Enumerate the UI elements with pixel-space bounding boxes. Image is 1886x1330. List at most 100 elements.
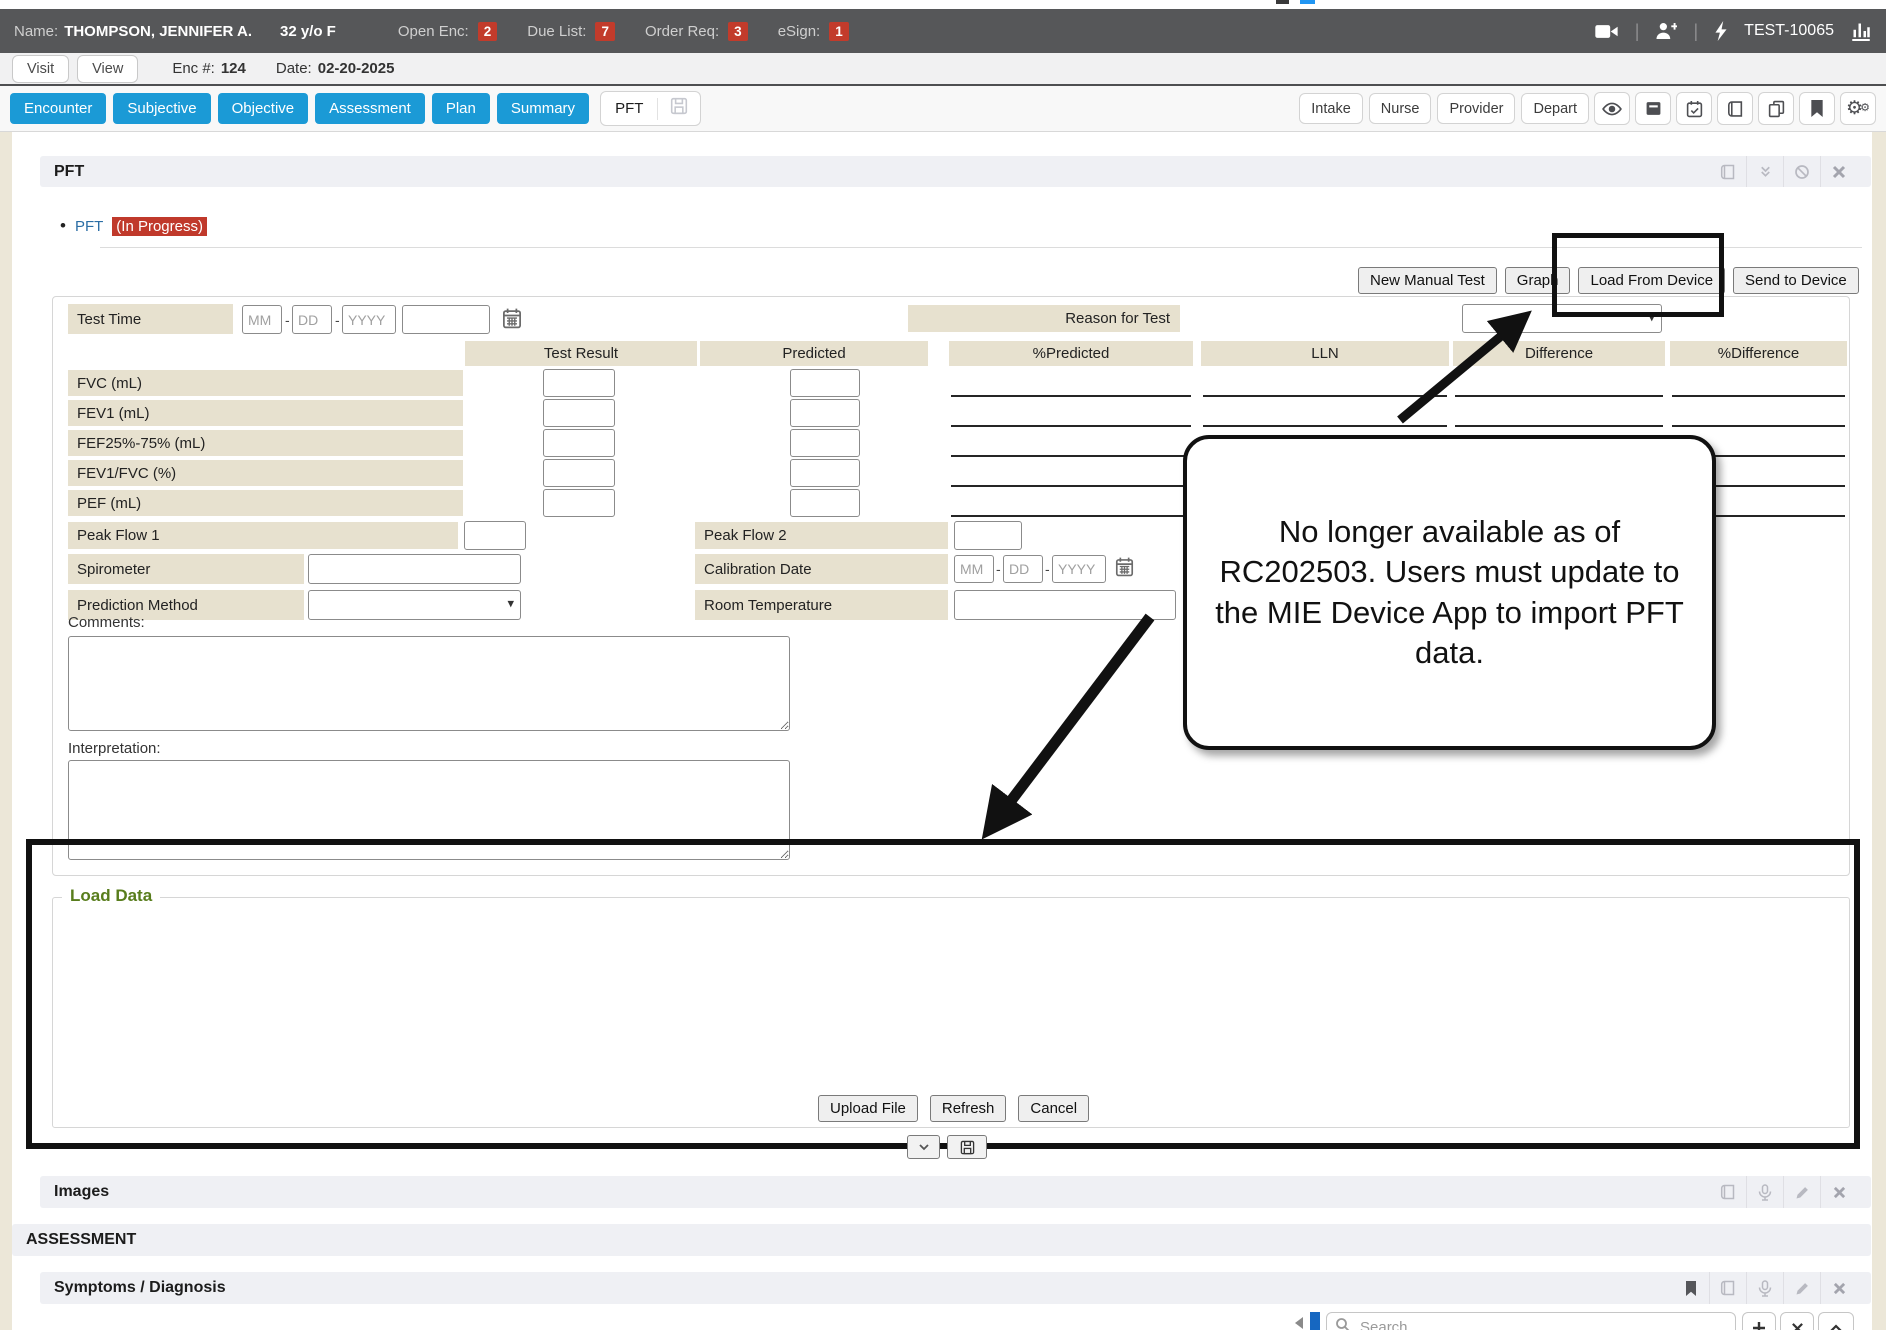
save-note-icon[interactable] <box>658 97 700 120</box>
pef-predicted-input[interactable] <box>790 489 860 517</box>
tab-subjective[interactable]: Subjective <box>113 93 210 124</box>
video-visit-icon[interactable] <box>1595 23 1619 40</box>
visit-tab[interactable]: Visit <box>12 55 69 83</box>
test-time-yyyy-input[interactable] <box>342 305 396 334</box>
new-manual-test-button[interactable]: New Manual Test <box>1358 267 1497 294</box>
test-time-dd-input[interactable] <box>292 305 332 334</box>
tab-encounter[interactable]: Encounter <box>10 93 106 124</box>
due-list-badge[interactable]: 7 <box>595 22 615 41</box>
order-req-counter[interactable]: Order Req: 3 <box>645 22 748 41</box>
provider-button[interactable]: Provider <box>1437 93 1515 124</box>
pct-difference-underline <box>1672 425 1845 427</box>
quick-action-lightning-icon[interactable] <box>1714 21 1728 41</box>
comments-label: Comments: <box>68 614 145 631</box>
col-difference: Difference <box>1453 341 1665 366</box>
save-section-button[interactable] <box>947 1135 987 1159</box>
due-list-counter[interactable]: Due List: 7 <box>527 22 615 41</box>
test-time-time-input[interactable] <box>402 305 490 334</box>
close-section-icon[interactable] <box>1820 1176 1857 1208</box>
pft-status-link[interactable]: PFT <box>75 218 103 235</box>
prediction-method-select[interactable]: ▾ <box>308 590 521 620</box>
dictate-microphone-icon[interactable] <box>1746 1272 1783 1304</box>
collapse-double-chevron-icon[interactable] <box>1746 156 1783 187</box>
calibration-mm-input[interactable] <box>954 555 994 583</box>
chart-stats-icon[interactable] <box>1850 21 1872 41</box>
view-tab[interactable]: View <box>77 55 138 83</box>
annotation-callout: No longer available as of RC202503. User… <box>1183 435 1716 750</box>
dictate-microphone-icon[interactable] <box>1746 1176 1783 1208</box>
order-req-label: Order Req: <box>645 23 719 40</box>
fef-predicted-input[interactable] <box>790 429 860 457</box>
archive-icon[interactable] <box>1635 92 1671 125</box>
comments-textarea[interactable] <box>68 636 790 731</box>
intake-button[interactable]: Intake <box>1299 93 1363 124</box>
fvc-test-result-input[interactable] <box>543 369 615 397</box>
order-req-badge[interactable]: 3 <box>728 22 748 41</box>
fev1-fvc-predicted-input[interactable] <box>790 459 860 487</box>
diagnosis-search-box[interactable] <box>1326 1312 1736 1330</box>
separator: | <box>1635 21 1640 42</box>
fvc-predicted-input[interactable] <box>790 369 860 397</box>
col-lln: LLN <box>1201 341 1449 366</box>
add-patient-icon[interactable] <box>1655 22 1677 40</box>
spirometer-label: Spirometer <box>68 554 304 584</box>
bookmark-icon[interactable] <box>1673 1272 1709 1304</box>
tab-plan[interactable]: Plan <box>432 93 490 124</box>
assessment-section-header: ASSESSMENT <box>12 1224 1871 1256</box>
open-enc-badge[interactable]: 2 <box>478 22 498 41</box>
encounters-book-icon[interactable] <box>1710 1176 1746 1208</box>
add-diagnosis-button[interactable] <box>1742 1312 1776 1330</box>
row-label-pef: PEF (mL) <box>68 490 463 516</box>
close-section-icon[interactable] <box>1820 156 1857 187</box>
fev1-predicted-input[interactable] <box>790 399 860 427</box>
bookmark-icon[interactable] <box>1799 92 1835 125</box>
edit-pencil-icon[interactable] <box>1783 1272 1820 1304</box>
col-predicted: Predicted <box>700 341 928 366</box>
symptoms-diagnosis-section-header: Symptoms / Diagnosis <box>40 1272 1871 1304</box>
annotation-box-load-data <box>26 839 1860 1149</box>
encounters-book-icon[interactable] <box>1709 1272 1746 1304</box>
enc-number: 124 <box>221 60 246 77</box>
settings-gears-icon[interactable]: ⚙⚙ <box>1840 92 1876 125</box>
close-section-icon[interactable] <box>1820 1272 1857 1304</box>
disable-circle-slash-icon[interactable] <box>1783 156 1820 187</box>
peak-flow-2-input[interactable] <box>954 521 1022 550</box>
tab-assessment[interactable]: Assessment <box>315 93 425 124</box>
depart-button[interactable]: Depart <box>1521 93 1589 124</box>
calibration-calendar-icon[interactable] <box>1115 556 1134 582</box>
clear-button[interactable] <box>1780 1312 1814 1330</box>
esign-counter[interactable]: eSign: 1 <box>778 22 849 41</box>
test-time-calendar-icon[interactable] <box>502 307 522 334</box>
esign-badge[interactable]: 1 <box>829 22 849 41</box>
peak-flow-1-input[interactable] <box>464 521 526 550</box>
fev1-test-result-input[interactable] <box>543 399 615 427</box>
fev1-fvc-test-result-input[interactable] <box>543 459 615 487</box>
date-dash: - <box>335 312 340 328</box>
peak-flow-2-label: Peak Flow 2 <box>695 522 948 549</box>
calibration-dd-input[interactable] <box>1003 555 1043 583</box>
encounters-book-icon[interactable] <box>1710 156 1746 187</box>
edit-pencil-icon[interactable] <box>1783 1176 1820 1208</box>
search-input[interactable] <box>1358 1318 1727 1330</box>
room-temperature-input[interactable] <box>954 590 1176 620</box>
collapse-up-button[interactable] <box>1818 1312 1854 1330</box>
nurse-button[interactable]: Nurse <box>1369 93 1432 124</box>
collapse-chevron-button[interactable] <box>907 1135 940 1159</box>
collapse-left-icon[interactable] <box>1292 1316 1305 1330</box>
book-icon[interactable] <box>1717 92 1753 125</box>
pef-test-result-input[interactable] <box>543 489 615 517</box>
col-pct-predicted: %Predicted <box>949 341 1193 366</box>
copy-chart-icon[interactable] <box>1758 92 1794 125</box>
calendar-check-icon[interactable] <box>1676 92 1712 125</box>
tab-pft-active[interactable]: PFT <box>600 91 701 126</box>
eye-icon[interactable] <box>1594 92 1630 125</box>
separator: | <box>1693 21 1698 42</box>
test-time-mm-input[interactable] <box>242 305 282 334</box>
calibration-yyyy-input[interactable] <box>1052 555 1106 583</box>
tab-objective[interactable]: Objective <box>218 93 309 124</box>
spirometer-input[interactable] <box>308 554 521 584</box>
tab-summary[interactable]: Summary <box>497 93 589 124</box>
fef-test-result-input[interactable] <box>543 429 615 457</box>
open-enc-counter[interactable]: Open Enc: 2 <box>398 22 497 41</box>
send-to-device-button[interactable]: Send to Device <box>1733 267 1859 294</box>
